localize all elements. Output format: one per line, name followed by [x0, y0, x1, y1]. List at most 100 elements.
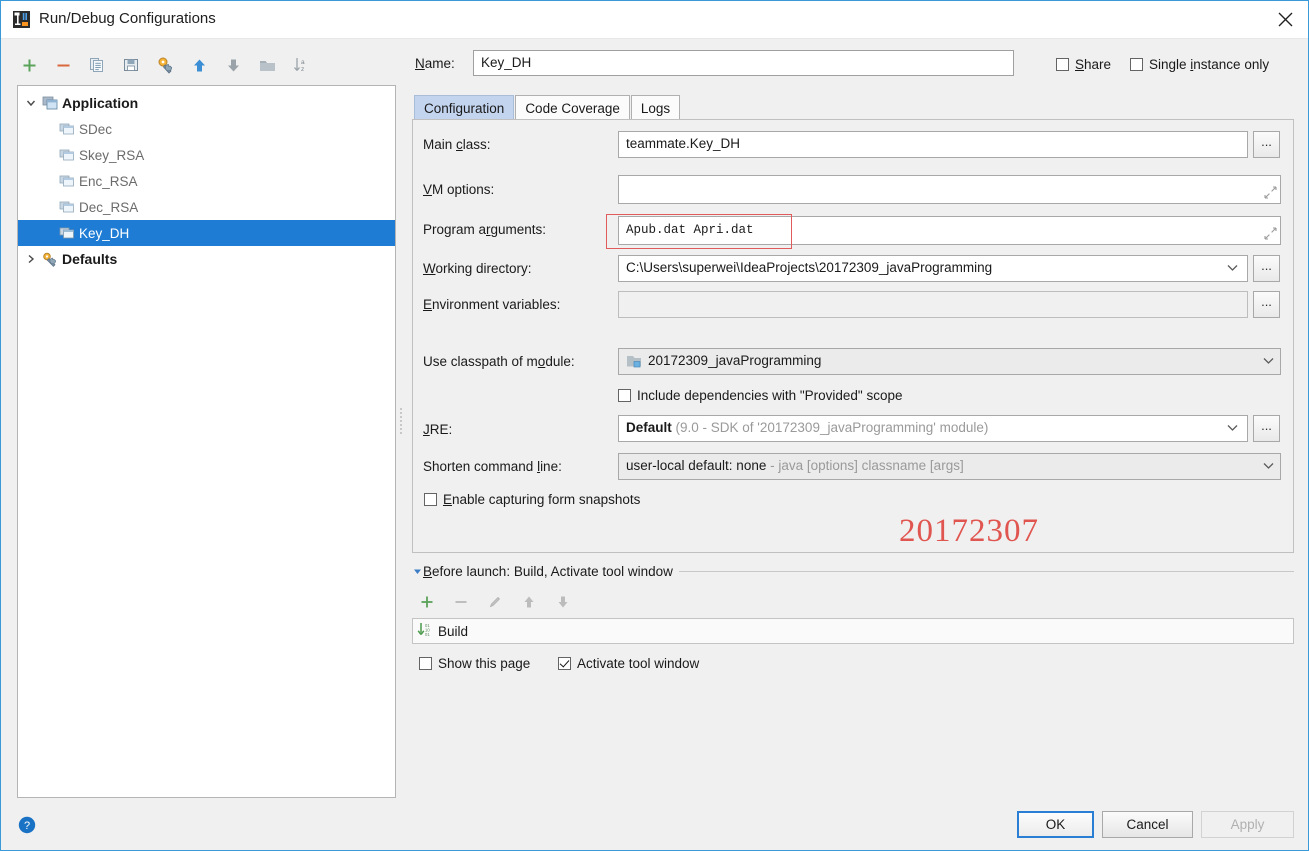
checkbox-box[interactable]	[419, 657, 432, 670]
expand-icon[interactable]	[1264, 186, 1277, 199]
before-launch-toolbar	[415, 590, 615, 614]
activate-tool-window-label: Activate tool window	[577, 656, 700, 671]
list-item[interactable]: 01 10 01 Build	[413, 619, 1293, 643]
tree-item-label: Skey_RSA	[79, 147, 145, 163]
remove-task-button[interactable]	[449, 590, 473, 614]
expand-icon[interactable]	[1264, 227, 1277, 240]
tree-item-label: Defaults	[62, 251, 118, 267]
environment-variables-browse-button[interactable]: ...	[1253, 291, 1280, 318]
help-icon[interactable]: ?	[18, 816, 36, 834]
tree-item-label: SDec	[79, 121, 113, 137]
tree-item-defaults[interactable]: Defaults	[18, 246, 395, 272]
ok-button[interactable]: OK	[1017, 811, 1094, 838]
tree-item-enc-rsa[interactable]: Enc_RSA	[18, 168, 395, 194]
run-config-icon	[58, 225, 76, 241]
apply-button: Apply	[1201, 811, 1294, 838]
working-directory-input[interactable]: C:\Users\superwei\IdeaProjects\20172309_…	[618, 255, 1248, 282]
environment-variables-label: Environment variables:	[423, 297, 561, 312]
move-into-folder-button[interactable]	[253, 51, 281, 79]
build-icon: 01 10 01	[417, 622, 433, 641]
cancel-button[interactable]: Cancel	[1102, 811, 1193, 838]
move-task-up-button[interactable]	[517, 590, 541, 614]
tab-code-coverage[interactable]: Code Coverage	[515, 95, 630, 120]
include-provided-scope-checkbox[interactable]: Include dependencies with "Provided" sco…	[618, 388, 903, 403]
edit-templates-button[interactable]	[151, 51, 179, 79]
run-config-icon	[58, 147, 76, 163]
environment-variables-input[interactable]	[618, 291, 1248, 318]
vm-options-label: VM options:	[423, 182, 495, 197]
main-class-browse-button[interactable]: ...	[1253, 131, 1280, 158]
move-down-button[interactable]	[219, 51, 247, 79]
single-instance-checkbox[interactable]: Single instance only	[1130, 57, 1269, 72]
enable-form-snapshots-checkbox[interactable]: Enable capturing form snapshots	[424, 492, 640, 507]
show-this-page-checkbox[interactable]: Show this page	[419, 656, 530, 671]
share-checkbox[interactable]: Share	[1056, 57, 1111, 72]
tree-item-skey-rsa[interactable]: Skey_RSA	[18, 142, 395, 168]
working-directory-browse-button[interactable]: ...	[1253, 255, 1280, 282]
application-icon	[41, 95, 59, 111]
copy-configuration-button[interactable]	[83, 51, 111, 79]
shorten-command-line-combo[interactable]: user-local default: none - java [options…	[618, 453, 1281, 480]
move-up-button[interactable]	[185, 51, 213, 79]
before-launch-header: Before launch: Build, Activate tool wind…	[411, 562, 1294, 580]
chevron-right-icon[interactable]	[24, 252, 38, 266]
include-provided-scope-label: Include dependencies with "Provided" sco…	[637, 388, 903, 403]
checkbox-box[interactable]	[424, 493, 437, 506]
tree-item-label: Application	[62, 95, 139, 111]
save-configuration-button[interactable]	[117, 51, 145, 79]
triangle-down-icon[interactable]	[411, 567, 423, 576]
checkbox-box[interactable]	[1130, 58, 1143, 71]
run-config-icon	[58, 199, 76, 215]
svg-text:a: a	[301, 59, 305, 66]
checkbox-box[interactable]	[618, 389, 631, 402]
shorten-command-line-value: user-local default: none	[626, 458, 767, 473]
vm-options-input[interactable]	[618, 175, 1281, 204]
tab-configuration[interactable]: Configuration	[414, 95, 515, 120]
enable-form-snapshots-label: Enable capturing form snapshots	[443, 492, 641, 507]
shorten-command-line-hint: - java [options] classname [args]	[770, 458, 964, 473]
splitter-dot	[399, 408, 402, 410]
header-separator-line	[678, 570, 1294, 572]
panel-splitter[interactable]	[397, 381, 404, 461]
add-configuration-button[interactable]	[15, 51, 43, 79]
tree-item-sdec[interactable]: SDec	[18, 116, 395, 142]
run-config-icon	[58, 121, 76, 137]
chevron-down-icon[interactable]	[1257, 454, 1279, 478]
configurations-toolbar: a z	[15, 51, 390, 83]
checkbox-box[interactable]	[1056, 58, 1069, 71]
jre-combo[interactable]: Default (9.0 - SDK of '20172309_javaProg…	[618, 415, 1248, 442]
splitter-dot	[399, 424, 402, 426]
use-classpath-of-module-label: Use classpath of module:	[423, 354, 575, 369]
page-title: Run/Debug Configurations	[39, 10, 216, 27]
remove-configuration-button[interactable]	[49, 51, 77, 79]
tree-item-key-dh[interactable]: Key_DH	[18, 220, 395, 246]
program-arguments-input[interactable]: Apub.dat Apri.dat	[618, 216, 1281, 245]
chevron-down-icon[interactable]	[1257, 349, 1279, 373]
checkbox-box[interactable]	[558, 657, 571, 670]
tree-item-label: Dec_RSA	[79, 199, 139, 215]
chevron-down-icon[interactable]	[24, 96, 38, 110]
tree-item-application[interactable]: Application	[18, 90, 395, 116]
jre-browse-button[interactable]: ...	[1253, 415, 1280, 442]
configurations-tree[interactable]: Application SDec Skey_RSA Enc_RSA Dec_RS…	[17, 85, 396, 798]
close-icon[interactable]	[1262, 1, 1308, 37]
run-config-icon	[58, 173, 76, 189]
main-class-input[interactable]: teammate.Key_DH	[618, 131, 1248, 158]
activate-tool-window-checkbox[interactable]: Activate tool window	[558, 656, 699, 671]
move-task-down-button[interactable]	[551, 590, 575, 614]
tree-item-label: Key_DH	[79, 225, 130, 241]
tree-item-dec-rsa[interactable]: Dec_RSA	[18, 194, 395, 220]
tab-logs[interactable]: Logs	[630, 95, 681, 120]
svg-text:01: 01	[425, 632, 430, 637]
module-combo[interactable]: 20172309_javaProgramming	[618, 348, 1281, 375]
edit-task-button[interactable]	[483, 590, 507, 614]
chevron-down-icon[interactable]	[1221, 416, 1243, 440]
intellij-idea-icon	[13, 11, 30, 28]
sort-alphabetically-button[interactable]: a z	[287, 51, 315, 79]
defaults-icon	[41, 251, 59, 267]
single-instance-label: Single instance only	[1149, 57, 1270, 72]
add-task-button[interactable]	[415, 590, 439, 614]
before-launch-task-list[interactable]: 01 10 01 Build	[412, 618, 1294, 644]
chevron-down-icon[interactable]	[1221, 256, 1243, 280]
name-input[interactable]: Key_DH	[473, 50, 1014, 76]
